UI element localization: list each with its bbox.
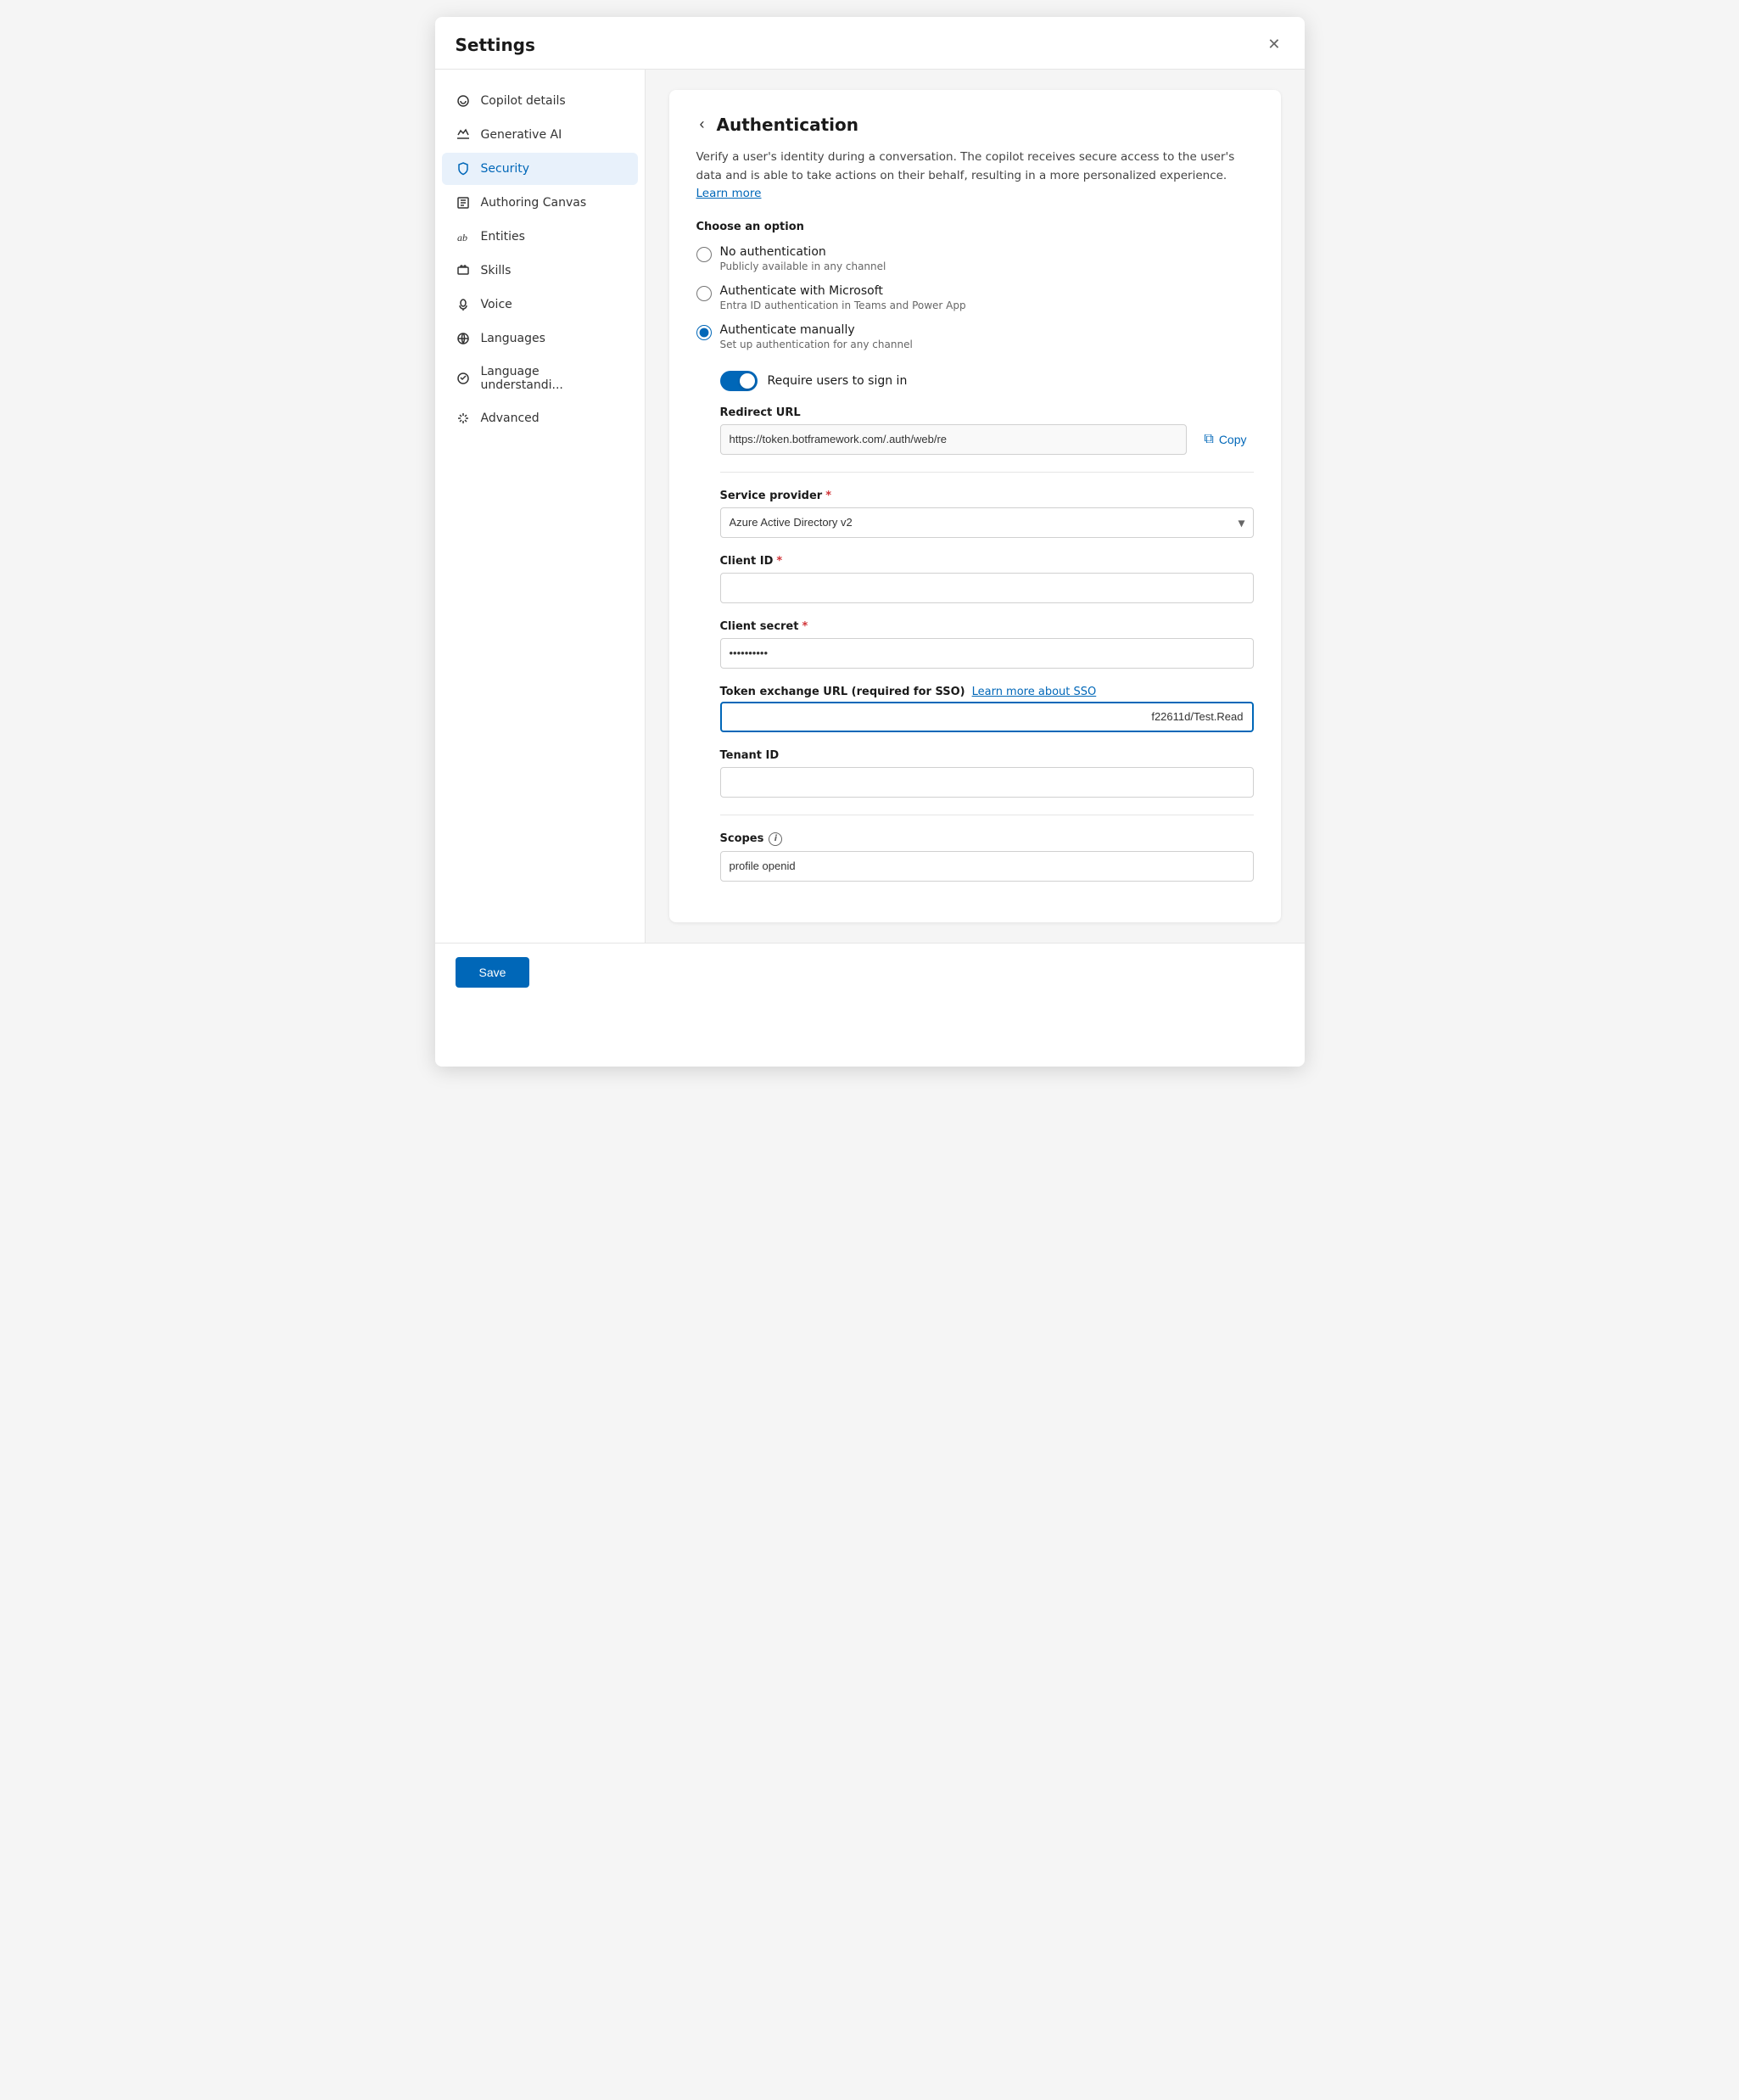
auth-option-group: No authentication Publicly available in … [696, 245, 1254, 350]
languages-icon [456, 331, 471, 346]
sidebar-item-generative-ai[interactable]: Generative AI [442, 119, 638, 151]
content-card: ‹ Authentication Verify a user's identit… [669, 90, 1281, 922]
sidebar-item-languages[interactable]: Languages [442, 322, 638, 355]
security-icon [456, 161, 471, 176]
service-provider-field: Service provider * Azure Active Director… [720, 490, 1254, 538]
client-id-label: Client ID [720, 555, 774, 568]
sidebar-item-label: Copilot details [481, 94, 566, 108]
toggle-row: Require users to sign in [720, 371, 1254, 391]
language-understanding-icon [456, 371, 471, 386]
sidebar: Copilot details Generative AI Security A… [435, 70, 646, 943]
client-secret-field: Client secret * [720, 620, 1254, 669]
client-id-field: Client ID * [720, 555, 1254, 603]
sidebar-item-voice[interactable]: Voice [442, 288, 638, 321]
advanced-icon [456, 411, 471, 426]
sidebar-item-label: Advanced [481, 412, 540, 425]
no-auth-label: No authentication [720, 245, 886, 259]
sidebar-item-label: Generative AI [481, 128, 562, 142]
sidebar-item-label: Skills [481, 264, 512, 277]
page-header: ‹ Authentication [696, 114, 1254, 135]
scopes-info-icon: i [769, 832, 782, 846]
settings-window: Settings ✕ Copilot details Generative AI [435, 17, 1305, 1067]
manual-auth-option: Authenticate manually Set up authenticat… [696, 323, 1254, 350]
toggle-label: Require users to sign in [768, 374, 908, 388]
toggle-knob [740, 373, 755, 389]
window-title: Settings [456, 35, 535, 55]
layout: Copilot details Generative AI Security A… [435, 70, 1305, 943]
sidebar-item-copilot-details[interactable]: Copilot details [442, 85, 638, 117]
sidebar-item-language-understanding[interactable]: Language understandi... [442, 356, 638, 400]
microsoft-auth-label: Authenticate with Microsoft [720, 284, 966, 298]
manual-auth-extra: Require users to sign in Redirect URL ⧉ … [720, 371, 1254, 882]
manual-auth-radio[interactable] [696, 325, 712, 340]
tenant-id-input[interactable] [720, 767, 1254, 798]
no-auth-option: No authentication Publicly available in … [696, 245, 1254, 272]
save-button[interactable]: Save [456, 957, 530, 988]
sso-learn-more-link[interactable]: Learn more about SSO [972, 686, 1097, 698]
token-exchange-url-input[interactable] [720, 702, 1254, 732]
entities-icon: ab [456, 229, 471, 244]
copy-button[interactable]: ⧉ Copy [1197, 427, 1253, 452]
token-exchange-url-field: Token exchange URL (required for SSO) Le… [720, 686, 1254, 732]
ai-icon [456, 127, 471, 143]
token-exchange-url-label: Token exchange URL (required for SSO) [720, 686, 965, 698]
choose-option-label: Choose an option [696, 221, 1254, 233]
learn-more-link[interactable]: Learn more [696, 187, 762, 200]
back-button[interactable]: ‹ [696, 114, 708, 135]
skills-icon [456, 263, 471, 278]
no-auth-sublabel: Publicly available in any channel [720, 260, 886, 272]
microsoft-auth-option: Authenticate with Microsoft Entra ID aut… [696, 284, 1254, 311]
scopes-field: Scopes i [720, 832, 1254, 882]
page-title: Authentication [717, 115, 858, 135]
sidebar-item-label: Security [481, 162, 530, 176]
client-id-input[interactable] [720, 573, 1254, 603]
sidebar-item-label: Entities [481, 230, 525, 244]
canvas-icon [456, 195, 471, 210]
service-provider-required: * [825, 490, 831, 502]
page-description: Verify a user's identity during a conver… [696, 148, 1254, 204]
copy-icon: ⧉ [1204, 432, 1213, 447]
copy-label: Copy [1219, 433, 1247, 446]
require-signin-toggle[interactable] [720, 371, 758, 391]
sidebar-item-advanced[interactable]: Advanced [442, 402, 638, 434]
footer: Save [435, 943, 1305, 1001]
client-secret-input[interactable] [720, 638, 1254, 669]
sidebar-item-authoring-canvas[interactable]: Authoring Canvas [442, 187, 638, 219]
sidebar-item-security[interactable]: Security [442, 153, 638, 185]
redirect-url-row: ⧉ Copy [720, 424, 1254, 455]
service-provider-select[interactable]: Azure Active Directory v2Azure Active Di… [720, 507, 1254, 538]
redirect-url-input[interactable] [720, 424, 1188, 455]
sidebar-item-label: Voice [481, 298, 512, 311]
scopes-input[interactable] [720, 851, 1254, 882]
sidebar-item-label: Authoring Canvas [481, 196, 587, 210]
sidebar-item-label: Languages [481, 332, 545, 345]
no-auth-radio[interactable] [696, 247, 712, 262]
tenant-id-label: Tenant ID [720, 749, 1254, 762]
manual-auth-sublabel: Set up authentication for any channel [720, 339, 913, 350]
manual-auth-label: Authenticate manually [720, 323, 913, 337]
divider [720, 472, 1254, 473]
title-bar: Settings ✕ [435, 17, 1305, 70]
voice-icon [456, 297, 471, 312]
sidebar-item-entities[interactable]: ab Entities [442, 221, 638, 253]
service-provider-label: Service provider [720, 490, 823, 502]
client-secret-label: Client secret [720, 620, 799, 633]
client-id-required: * [776, 555, 782, 568]
microsoft-auth-radio[interactable] [696, 286, 712, 301]
svg-text:ab: ab [457, 232, 467, 244]
close-button[interactable]: ✕ [1264, 32, 1283, 57]
scopes-label: Scopes [720, 832, 764, 845]
copilot-icon [456, 93, 471, 109]
sidebar-item-skills[interactable]: Skills [442, 255, 638, 287]
sidebar-item-label: Language understandi... [481, 365, 624, 392]
microsoft-auth-sublabel: Entra ID authentication in Teams and Pow… [720, 300, 966, 311]
client-secret-required: * [802, 620, 808, 633]
redirect-url-label: Redirect URL [720, 406, 1254, 419]
redirect-url-field: Redirect URL ⧉ Copy [720, 406, 1254, 455]
main-content: ‹ Authentication Verify a user's identit… [646, 70, 1305, 943]
tenant-id-field: Tenant ID [720, 749, 1254, 798]
